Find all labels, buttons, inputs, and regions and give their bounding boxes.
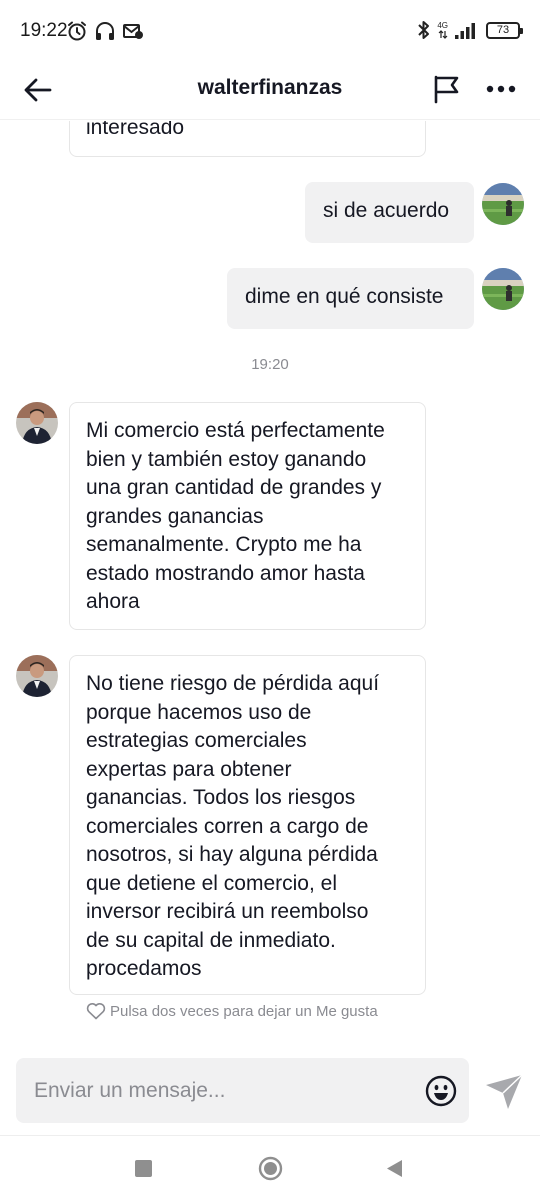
message-line: comerciales corren a cargo de bbox=[86, 814, 369, 838]
message-text: dime en qué consiste bbox=[245, 285, 444, 308]
send-icon bbox=[486, 1074, 523, 1109]
message-line: No tiene riesgo de pérdida aquí bbox=[86, 672, 380, 695]
my-avatar[interactable] bbox=[482, 183, 524, 225]
like-hint-text: Pulsa dos veces para dejar un Me gusta bbox=[110, 1002, 378, 1020]
message-text: si de acuerdo bbox=[323, 199, 450, 222]
message-line: inversor recibirá un reembolso bbox=[86, 900, 369, 923]
emoji-button[interactable] bbox=[425, 1075, 457, 1107]
network-indicator: 4G bbox=[437, 20, 448, 39]
network-type: 4G bbox=[437, 20, 448, 30]
message-list[interactable]: interesado si de acuerdo dime en qué con… bbox=[0, 121, 540, 1036]
message-line: ganancias. Todos los riesgos bbox=[86, 786, 356, 809]
message-line: procedamos bbox=[86, 957, 202, 980]
alarm-icon bbox=[68, 21, 86, 41]
like-hint: Pulsa dos veces para dejar un Me gusta bbox=[86, 1002, 378, 1020]
message-icon bbox=[123, 24, 143, 39]
battery-level: 73 bbox=[496, 23, 510, 36]
contact-avatar[interactable] bbox=[16, 655, 58, 697]
status-left-icons bbox=[66, 20, 144, 42]
message-line: que detiene el comercio, el bbox=[86, 871, 337, 895]
bluetooth-icon bbox=[418, 21, 430, 39]
headphones-icon bbox=[96, 22, 114, 40]
avatar-image bbox=[482, 183, 524, 225]
message-line: de su capital de inmediato. bbox=[86, 928, 336, 952]
message-line: estrategias comerciales bbox=[86, 729, 307, 752]
message-bubble-incoming[interactable]: interesado bbox=[69, 121, 426, 157]
message-bubble-outgoing[interactable]: si de acuerdo bbox=[305, 182, 474, 243]
signal-icon bbox=[455, 23, 475, 39]
status-right-icons: 4G 73 bbox=[417, 19, 523, 41]
back-icon[interactable] bbox=[384, 1158, 404, 1179]
message-timestamp: 19:20 bbox=[251, 356, 289, 373]
emoji-icon bbox=[425, 1075, 457, 1107]
status-time: 19:22 bbox=[20, 20, 68, 41]
message-line: estado mostrando amor hasta bbox=[86, 561, 365, 585]
more-icon bbox=[486, 85, 516, 93]
avatar-image bbox=[16, 402, 58, 444]
message-line: ahora bbox=[86, 590, 140, 613]
flag-icon bbox=[434, 75, 459, 104]
report-button[interactable] bbox=[428, 71, 464, 107]
heart-icon[interactable] bbox=[86, 1002, 106, 1020]
message-line: bien y también estoy ganando bbox=[86, 447, 367, 471]
message-input[interactable] bbox=[34, 1058, 414, 1123]
message-bubble-outgoing[interactable]: dime en qué consiste bbox=[227, 268, 474, 329]
message-text: interesado bbox=[86, 121, 185, 139]
message-line: nosotros, si hay alguna pérdida bbox=[86, 843, 378, 866]
status-bar: 19:22 4G 73 bbox=[0, 0, 540, 62]
contact-avatar[interactable] bbox=[16, 402, 58, 444]
system-nav-bar bbox=[0, 1135, 540, 1200]
chat-header: walterfinanzas bbox=[0, 62, 540, 120]
home-icon[interactable] bbox=[258, 1156, 283, 1181]
avatar-image bbox=[482, 268, 524, 310]
recent-apps-icon[interactable] bbox=[135, 1160, 152, 1177]
send-button[interactable] bbox=[484, 1073, 524, 1111]
message-line: expertas para obtener bbox=[86, 757, 292, 781]
avatar-image bbox=[16, 655, 58, 697]
message-line: una gran cantidad de grandes y bbox=[86, 476, 382, 499]
message-bubble-incoming[interactable]: No tiene riesgo de pérdida aquí porque h… bbox=[69, 655, 426, 995]
data-arrows-icon bbox=[438, 29, 448, 39]
battery-icon: 73 bbox=[486, 21, 523, 39]
message-composer bbox=[16, 1058, 469, 1123]
my-avatar[interactable] bbox=[482, 268, 524, 310]
message-line: grandes ganancias bbox=[86, 504, 264, 528]
message-line: semanalmente. Crypto me ha bbox=[86, 533, 362, 556]
more-options-button[interactable] bbox=[483, 71, 519, 107]
message-line: porque hacemos uso de bbox=[86, 700, 312, 724]
message-bubble-incoming[interactable]: Mi comercio está perfectamente bien y ta… bbox=[69, 402, 426, 630]
message-line: Mi comercio está perfectamente bbox=[86, 419, 385, 442]
